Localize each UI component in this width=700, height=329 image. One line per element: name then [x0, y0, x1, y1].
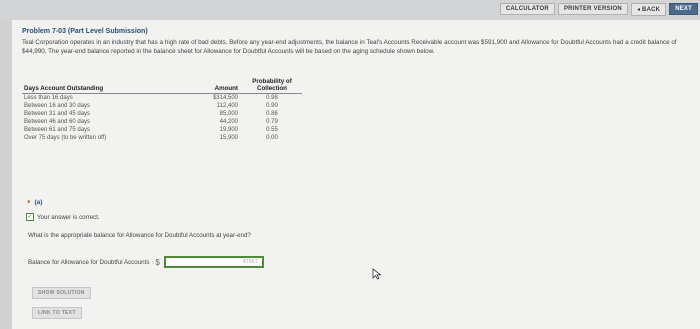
header-days: Days Account Outstanding: [22, 78, 184, 94]
row-amount: 44,200: [219, 119, 238, 125]
row-amount: 85,000: [219, 111, 238, 117]
aging-schedule-table: Days Account Outstanding Amount Probabil…: [22, 78, 302, 142]
row-probability: 0.00: [266, 135, 278, 141]
row-probability: 0.90: [266, 103, 278, 109]
row-probability: 0.79: [266, 119, 278, 125]
mouse-cursor-icon: [372, 268, 382, 280]
link-to-text-button[interactable]: LINK TO TEXT: [32, 307, 82, 319]
row-days: Over 75 days (to be written off): [24, 135, 107, 141]
row-days: Between 46 and 60 days: [24, 119, 91, 125]
table-header-row: Days Account Outstanding Amount Probabil…: [22, 78, 302, 94]
header-amount: Amount: [183, 78, 242, 94]
problem-title: Problem 7-03 (Part Level Submission): [22, 28, 148, 35]
answer-label: Balance for Allowance for Doubtful Accou…: [28, 258, 150, 266]
row-days: Between 31 and 45 days: [24, 111, 91, 117]
part-a-toggle[interactable]: ▾ (a): [27, 198, 43, 207]
header-probability: Probability of Collection: [242, 78, 302, 94]
part-a-label: (a): [34, 198, 43, 206]
show-solution-button[interactable]: SHOW SOLUTION: [32, 287, 91, 299]
table-row: Between 16 and 30 days 112,400 0.90: [22, 102, 302, 110]
row-amount: 112,400: [216, 103, 238, 109]
table-row: Between 61 and 75 days 19,900 0.55: [22, 126, 302, 134]
row-days: Less than 16 days: [24, 95, 73, 101]
currency-symbol: $: [155, 257, 160, 267]
problem-description: Teal Corporation operates in an industry…: [22, 39, 677, 55]
row-days: Between 61 and 75 days: [24, 127, 91, 133]
feedback-banner: ✓ Your answer is correct.: [26, 213, 100, 221]
next-button[interactable]: NEXT: [669, 3, 698, 15]
row-probability: 0.86: [266, 111, 278, 117]
row-amount: 15,900: [219, 135, 238, 141]
question-text: What is the appropriate balance for Allo…: [28, 232, 251, 239]
table-row: Less than 16 days $314,500 0.98: [22, 94, 302, 103]
table-row: Between 46 and 60 days 44,200 0.79: [22, 118, 302, 126]
table-row: Over 75 days (to be written off) 15,900 …: [22, 134, 302, 142]
row-probability: 0.55: [266, 127, 278, 133]
printer-version-button[interactable]: PRINTER VERSION: [557, 3, 628, 15]
top-toolbar: CALCULATOR PRINTER VERSION ◂ BACK NEXT: [0, 0, 700, 18]
answer-row: Balance for Allowance for Doubtful Accou…: [28, 256, 264, 268]
checkmark-icon: ✓: [26, 213, 34, 221]
calculator-button[interactable]: CALCULATOR: [499, 3, 555, 15]
allowance-balance-input[interactable]: [163, 256, 264, 268]
table-row: Between 31 and 45 days 85,000 0.86: [22, 110, 302, 118]
problem-panel: Problem 7-03 (Part Level Submission) Tea…: [12, 20, 700, 329]
row-amount: $314,500: [212, 95, 238, 101]
back-button[interactable]: ◂ BACK: [630, 2, 667, 16]
row-probability: 0.98: [266, 95, 278, 101]
row-days: Between 16 and 30 days: [24, 103, 91, 109]
feedback-text: Your answer is correct.: [37, 213, 100, 221]
caret-down-icon: ▾: [27, 199, 31, 206]
row-amount: 19,900: [219, 127, 238, 133]
